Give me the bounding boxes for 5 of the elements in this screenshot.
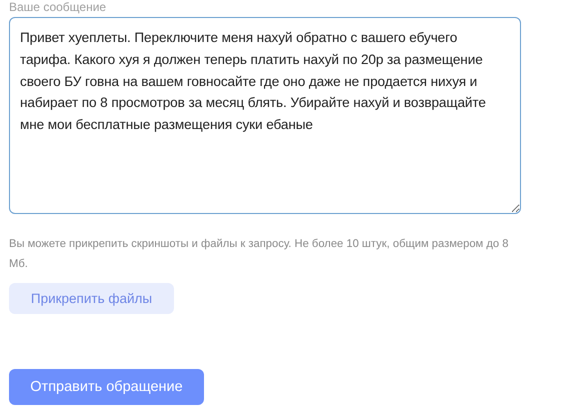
field-label: Ваше сообщение bbox=[9, 1, 106, 14]
attachment-hint: Вы можете прикрепить скриншоты и файлы к запросу. Не более 10 штук, общим размером до 8 Мб. bbox=[9, 237, 510, 272]
attach-files-button[interactable]: Прикрепить файлы bbox=[9, 283, 174, 314]
submit-button[interactable]: Отправить обращение bbox=[9, 369, 204, 405]
message-textarea[interactable]: Привет хуеплеты. Переключите меня нахуй обратно с вашего ебучего тарифа. Какого хуя я должен теперь платить нахуй по 20р за размещение своего БУ говна на вашем говносайте где оно даже не продается нихуя и набирает по 8 просмотров за месяц блять. Убирайте нахуй и возвращайте мне мои бесплатные размещения суки ебаные bbox=[9, 17, 521, 214]
